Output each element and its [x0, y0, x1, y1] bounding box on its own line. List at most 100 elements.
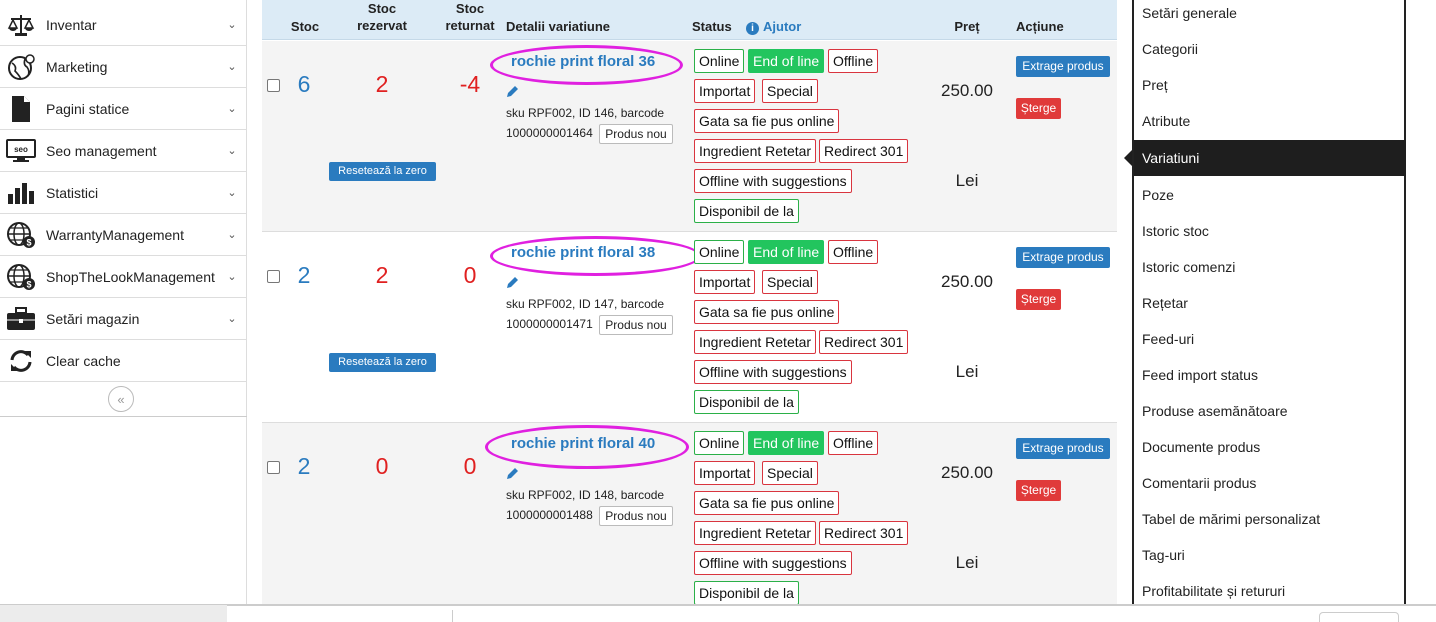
status-tag-disponibil-de-la[interactable]: Disponibil de la	[694, 581, 799, 604]
pencil-icon[interactable]	[506, 466, 520, 480]
status-tag-end-of-line[interactable]: End of line	[748, 49, 825, 73]
variation-meta-line2: 1000000001464	[506, 126, 593, 140]
bottom-action-button[interactable]	[1319, 612, 1399, 622]
status-tag-gata-online[interactable]: Gata sa fie pus online	[694, 109, 840, 133]
menu-item-categorii[interactable]: Categorii	[1134, 31, 1406, 67]
new-product-button[interactable]: Produs nou	[599, 315, 673, 335]
menu-item-setari-generale[interactable]: Setări generale	[1134, 0, 1406, 31]
status-tag-special[interactable]: Special	[762, 79, 818, 103]
status-tag-disponibil-de-la[interactable]: Disponibil de la	[694, 199, 799, 223]
admin-sidebar: Inventar ⌄ Marketing ⌄ Pagini statice ⌄ …	[0, 0, 247, 604]
header-stoc-rezervat-line1: Stoc	[367, 1, 397, 16]
status-tag-offline[interactable]: Offline	[828, 431, 879, 455]
sidebar-item-label: Pagini statice	[46, 100, 130, 117]
price-value: 250.00	[941, 272, 993, 291]
extract-product-button[interactable]: Extrage produs	[1016, 247, 1110, 268]
menu-item-feed-uri[interactable]: Feed-uri	[1134, 321, 1406, 357]
status-tag-gata-online[interactable]: Gata sa fie pus online	[694, 491, 840, 515]
menu-item-feed-import-status[interactable]: Feed import status	[1134, 357, 1406, 393]
sidebar-item-warranty-management[interactable]: $ WarrantyManagement ⌄	[0, 214, 247, 256]
status-tag-end-of-line[interactable]: End of line	[748, 431, 825, 455]
bottom-input-area[interactable]	[227, 605, 1436, 622]
status-tag-online[interactable]: Online	[694, 240, 745, 264]
table-header: Stoc Stoc rezervat Stoc returnat Detalii…	[262, 0, 1117, 40]
variation-name-link[interactable]: rochie print floral 38	[511, 244, 655, 261]
sidebar-item-inventar[interactable]: Inventar ⌄	[0, 4, 247, 46]
table-row: 2 0 0 rochie print floral 40 sku RPF002,…	[262, 423, 1117, 604]
status-tag-offline[interactable]: Offline	[828, 240, 879, 264]
reset-to-zero-button[interactable]: Resetează la zero	[329, 353, 436, 372]
status-tag-special[interactable]: Special	[762, 461, 818, 485]
menu-item-tag-uri[interactable]: Tag-uri	[1134, 537, 1406, 573]
variation-meta-line1: sku RPF002, ID 146, barcode	[506, 106, 665, 120]
menu-item-produse-asemanatoare[interactable]: Produse asemănătoare	[1134, 393, 1406, 429]
menu-item-istoric-stoc[interactable]: Istoric stoc	[1134, 213, 1406, 249]
status-tag-special[interactable]: Special	[762, 270, 818, 294]
variation-name-link[interactable]: rochie print floral 40	[511, 435, 655, 452]
header-stoc-returnat-line1: Stoc	[455, 1, 485, 16]
status-tag-offline[interactable]: Offline	[828, 49, 879, 73]
sidebar-item-shop-the-look-management[interactable]: $ ShopTheLookManagement ⌄	[0, 256, 247, 298]
sidebar-collapse-button[interactable]: «	[108, 386, 134, 412]
status-tag-importat[interactable]: Importat	[694, 79, 756, 103]
status-tag-redirect-301[interactable]: Redirect 301	[819, 139, 909, 163]
menu-item-retetar[interactable]: Rețetar	[1134, 285, 1406, 321]
status-tag-importat[interactable]: Importat	[694, 270, 756, 294]
menu-item-tabel-marimi[interactable]: Tabel de mărimi personalizat	[1134, 501, 1406, 537]
price-value: 250.00	[941, 463, 993, 482]
menu-item-variatiuni[interactable]: Variatiuni	[1134, 140, 1406, 176]
variations-table: Stoc Stoc rezervat Stoc returnat Detalii…	[262, 0, 1117, 604]
status-tag-importat[interactable]: Importat	[694, 461, 756, 485]
menu-item-istoric-comenzi[interactable]: Istoric comenzi	[1134, 249, 1406, 285]
menu-item-atribute[interactable]: Atribute	[1134, 103, 1406, 139]
extract-product-button[interactable]: Extrage produs	[1016, 56, 1110, 77]
menu-item-documente-produs[interactable]: Documente produs	[1134, 429, 1406, 465]
sidebar-item-setari-magazin[interactable]: Setări magazin ⌄	[0, 298, 247, 340]
delete-button[interactable]: Șterge	[1016, 98, 1061, 119]
menu-item-comentarii-produs[interactable]: Comentarii produs	[1134, 465, 1406, 501]
pencil-icon[interactable]	[506, 275, 520, 289]
status-tag-gata-online[interactable]: Gata sa fie pus online	[694, 300, 840, 324]
extract-product-button[interactable]: Extrage produs	[1016, 438, 1110, 459]
reset-to-zero-button[interactable]: Resetează la zero	[329, 162, 436, 181]
table-row: 6 2 -4 Resetează la zero rochie print fl…	[262, 41, 1117, 232]
new-product-button[interactable]: Produs nou	[599, 506, 673, 526]
status-tag-redirect-301[interactable]: Redirect 301	[819, 521, 909, 545]
price-currency: Lei	[955, 362, 979, 381]
status-tag-online[interactable]: Online	[694, 49, 745, 73]
help-link[interactable]: i Ajutor	[746, 19, 801, 35]
status-tag-ingredient-retetar[interactable]: Ingredient Retetar	[694, 330, 817, 354]
header-stoc-returnat-line2: returnat	[445, 18, 495, 33]
status-tag-offline-suggestions[interactable]: Offline with suggestions	[694, 360, 852, 384]
sidebar-item-clear-cache[interactable]: Clear cache	[0, 340, 247, 382]
stoc-rezervat-value: 2	[375, 71, 389, 97]
pencil-icon[interactable]	[506, 84, 520, 98]
status-tag-end-of-line[interactable]: End of line	[748, 240, 825, 264]
variation-name-link[interactable]: rochie print floral 36	[511, 53, 655, 70]
variation-meta-line1: sku RPF002, ID 147, barcode	[506, 297, 665, 311]
stoc-rezervat-value: 2	[375, 262, 389, 288]
globe-dollar-icon: $	[4, 220, 38, 250]
chevron-down-icon: ⌄	[227, 145, 237, 157]
sidebar-item-statistici[interactable]: Statistici ⌄	[0, 172, 247, 214]
status-tag-ingredient-retetar[interactable]: Ingredient Retetar	[694, 139, 817, 163]
menu-item-pret[interactable]: Preț	[1134, 67, 1406, 103]
delete-button[interactable]: Șterge	[1016, 289, 1061, 310]
status-tag-disponibil-de-la[interactable]: Disponibil de la	[694, 390, 799, 414]
stoc-returnat-value: 0	[463, 262, 477, 288]
status-tag-redirect-301[interactable]: Redirect 301	[819, 330, 909, 354]
status-tag-online[interactable]: Online	[694, 431, 745, 455]
status-tag-offline-suggestions[interactable]: Offline with suggestions	[694, 169, 852, 193]
new-product-button[interactable]: Produs nou	[599, 124, 673, 144]
menu-item-poze[interactable]: Poze	[1134, 177, 1406, 213]
sidebar-item-pagini-statice[interactable]: Pagini statice ⌄	[0, 88, 247, 130]
sidebar-item-marketing[interactable]: Marketing ⌄	[0, 46, 247, 88]
status-tag-offline-suggestions[interactable]: Offline with suggestions	[694, 551, 852, 575]
delete-button[interactable]: Șterge	[1016, 480, 1061, 501]
sidebar-item-seo-management[interactable]: seo Seo management ⌄	[0, 130, 247, 172]
status-tag-ingredient-retetar[interactable]: Ingredient Retetar	[694, 521, 817, 545]
variation-meta-line2: 1000000001488	[506, 508, 593, 522]
header-pret: Preț	[954, 19, 980, 34]
chevron-down-icon: ⌄	[227, 61, 237, 73]
svg-text:seo: seo	[14, 145, 28, 154]
